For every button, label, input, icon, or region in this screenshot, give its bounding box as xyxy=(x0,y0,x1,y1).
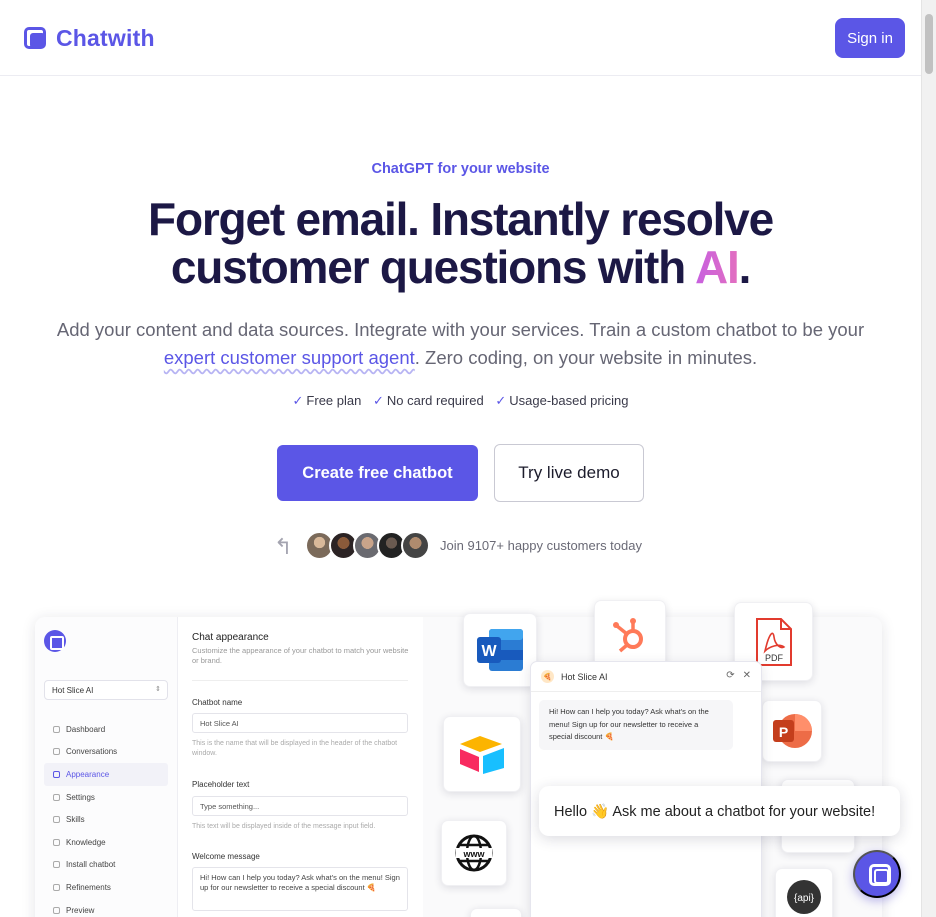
hubspot-integration-tile xyxy=(594,600,666,670)
mock-placeholder-label: Placeholder text xyxy=(192,780,250,789)
mock-nav-appearance: Appearance xyxy=(44,763,168,786)
mock-nav: Dashboard Conversations Appearance Setti… xyxy=(44,718,168,917)
api-integration-tile: {api} xyxy=(775,868,833,917)
mock-nav-settings: Settings xyxy=(44,786,168,809)
customer-avatars xyxy=(305,531,430,560)
mock-placeholder-help: This text will be displayed inside of th… xyxy=(192,823,376,830)
check-item-no-card: ✓ No card required xyxy=(372,393,484,408)
mock-nav-dashboard: Dashboard xyxy=(44,718,168,741)
check-icon: ✓ xyxy=(292,393,304,408)
svg-text:PDF: PDF xyxy=(765,653,784,663)
check-item-free-plan: ✓ Free plan xyxy=(292,393,362,408)
mock-placeholder-input: Type something... xyxy=(192,796,408,816)
word-integration-tile: W xyxy=(463,613,537,687)
refinements-icon xyxy=(53,883,60,891)
arrow-up-icon: ↰ xyxy=(274,534,293,559)
mock-welcome-textarea: Hi! How can I help you today? Ask what's… xyxy=(192,867,408,911)
skills-icon xyxy=(53,816,60,824)
mock-nav-install: Install chatbot xyxy=(44,854,168,877)
appearance-icon xyxy=(53,770,60,778)
avatar xyxy=(401,531,430,560)
mock-logo-icon xyxy=(44,630,66,652)
chevron-updown-icon: ⇕ xyxy=(155,686,161,693)
mock-nav-preview: Preview xyxy=(44,899,168,917)
svg-text:P: P xyxy=(779,724,788,740)
partially-hidden-tile xyxy=(470,908,522,917)
code-icon xyxy=(53,861,60,869)
sub-text-end: . Zero coding, on your website in minute… xyxy=(414,347,758,368)
mock-sidebar: Hot Slice AI ⇕ Dashboard Conversations Ap… xyxy=(35,617,178,917)
powerpoint-integration-tile: P xyxy=(762,700,822,762)
chat-greeting-popup[interactable]: Hello 👋 Ask me about a chatbot for your … xyxy=(539,786,900,836)
scrollbar-thumb[interactable] xyxy=(925,14,933,74)
mock-name-help: This is the name that will be displayed … xyxy=(192,740,398,757)
api-icon: {api} xyxy=(787,880,821,914)
headline-period: . xyxy=(738,241,752,293)
mock-chat-bubble: Hi! How can I help you today? Ask what's… xyxy=(539,700,733,750)
check-icon: ✓ xyxy=(372,393,384,408)
create-free-chatbot-button[interactable]: Create free chatbot xyxy=(277,445,478,501)
airtable-integration-tile xyxy=(443,716,521,792)
mock-form-divider xyxy=(192,680,408,681)
chatwith-logo-icon xyxy=(24,26,48,51)
hero-headline: Forget email. Instantly resolve customer… xyxy=(0,195,921,291)
check-item-pricing: ✓ Usage-based pricing xyxy=(495,393,629,408)
mock-chat-title: Hot Slice AI xyxy=(561,671,608,682)
word-icon: W xyxy=(477,629,523,671)
mock-appearance-form: Chat appearance Customize the appearance… xyxy=(178,617,423,917)
mock-bot-select: Hot Slice AI ⇕ xyxy=(44,680,168,700)
hero-subheadline: Add your content and data sources. Integ… xyxy=(40,316,881,372)
try-live-demo-button[interactable]: Try live demo xyxy=(494,444,644,502)
website-integration-tile: www xyxy=(441,820,507,886)
hero-eyebrow: ChatGPT for your website xyxy=(371,161,550,177)
mock-chat-actions: ⟳ ✕ xyxy=(726,670,751,681)
mock-nav-conversations: Conversations xyxy=(44,741,168,764)
airtable-icon xyxy=(460,736,504,774)
refresh-icon: ⟳ xyxy=(726,670,735,681)
svg-text:W: W xyxy=(481,643,497,660)
globe-www-icon: www xyxy=(455,834,493,872)
mock-nav-refinements: Refinements xyxy=(44,876,168,899)
mock-nav-knowledge: Knowledge xyxy=(44,831,168,854)
mock-welcome-label: Welcome message xyxy=(192,852,260,861)
chat-launcher-button[interactable] xyxy=(853,850,901,898)
mock-name-input: Hot Slice AI xyxy=(192,713,408,733)
play-icon xyxy=(53,906,60,914)
brand-logo[interactable]: Chatwith xyxy=(24,25,155,52)
hubspot-icon xyxy=(613,618,643,653)
mock-nav-skills: Skills xyxy=(44,808,168,831)
header-divider xyxy=(0,75,921,76)
mock-form-description: Customize the appearance of your chatbot… xyxy=(192,646,409,665)
powerpoint-icon: P xyxy=(773,714,812,748)
mock-name-label: Chatbot name xyxy=(192,698,243,707)
svg-text:www: www xyxy=(462,849,485,859)
page-scrollbar[interactable] xyxy=(921,0,936,917)
sub-highlight: expert customer support agent xyxy=(163,347,415,368)
sub-text-start: Add your content and data sources. Integ… xyxy=(56,319,865,340)
pizza-icon: 🍕 xyxy=(541,670,554,683)
settings-icon xyxy=(53,793,60,801)
headline-line-1: Forget email. Instantly resolve xyxy=(148,193,774,245)
close-icon: ✕ xyxy=(742,670,751,681)
feature-checks: ✓ Free plan ✓ No card required ✓ Usage-base… xyxy=(0,393,921,409)
social-proof-text: Join 9107+ happy customers today xyxy=(440,538,642,553)
headline-ai-word: AI xyxy=(694,241,740,293)
pdf-icon: PDF xyxy=(755,617,792,666)
svg-text:{api}: {api} xyxy=(794,893,815,904)
knowledge-icon xyxy=(53,838,60,846)
conversations-icon xyxy=(53,748,60,756)
sign-in-button[interactable]: Sign in xyxy=(835,18,905,58)
mock-form-title: Chat appearance xyxy=(192,632,269,643)
dashboard-icon xyxy=(53,725,60,733)
check-icon: ✓ xyxy=(495,393,507,408)
headline-line-2: customer questions with xyxy=(170,241,695,293)
brand-name: Chatwith xyxy=(56,25,155,51)
